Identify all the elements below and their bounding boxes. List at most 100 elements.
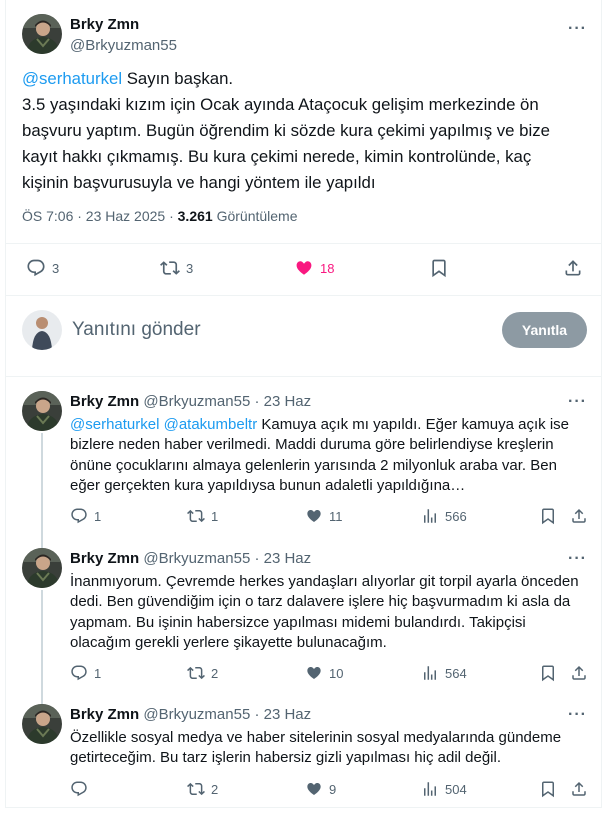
reply-icon bbox=[70, 664, 88, 682]
bookmark-icon bbox=[539, 664, 557, 682]
reply-icon bbox=[70, 780, 88, 798]
tweet-timestamp[interactable]: ÖS 7:06 · 23 Haz 2025 · bbox=[22, 208, 178, 224]
reply-action-bar: 2 9 504 bbox=[70, 780, 590, 800]
reply-body: Özellikle sosyal medya ve haber siteleri… bbox=[70, 729, 562, 767]
author-name[interactable]: Brky Zmn bbox=[70, 550, 139, 567]
reply-text: İnanmıyorum. Çevremde herkes yandaşları … bbox=[70, 572, 586, 653]
bookmark-button[interactable] bbox=[429, 258, 449, 278]
retweet-button[interactable]: 2 bbox=[187, 780, 218, 798]
reply-button[interactable]: 3 bbox=[26, 258, 59, 278]
more-options-icon[interactable]: ··· bbox=[568, 551, 587, 567]
bookmark-icon bbox=[539, 780, 557, 798]
tweet-meta: ÖS 7:06 · 23 Haz 2025 · 3.261 Görüntülem… bbox=[22, 208, 298, 224]
author-name[interactable]: Brky Zmn bbox=[70, 16, 139, 33]
reply-button[interactable]: 1 bbox=[70, 507, 101, 525]
tweet-text: @serhaturkel Sayın başkan. 3.5 yaşındaki… bbox=[22, 66, 582, 196]
retweet-count: 1 bbox=[211, 508, 219, 524]
share-button[interactable] bbox=[570, 664, 588, 682]
reply-action-bar: 1 1 11 566 bbox=[70, 507, 590, 527]
reply-input[interactable]: Yanıtını gönder bbox=[72, 319, 201, 341]
like-button[interactable]: 10 bbox=[305, 664, 343, 682]
like-count: 11 bbox=[329, 508, 343, 524]
reply-header: Brky Zmn @Brkyuzman55 · 23 Haz bbox=[70, 393, 311, 410]
avatar[interactable] bbox=[22, 548, 62, 588]
divider bbox=[6, 376, 602, 377]
author-handle[interactable]: @Brkyuzman55 bbox=[70, 37, 177, 54]
views-count: 564 bbox=[445, 665, 467, 681]
share-icon bbox=[570, 780, 588, 798]
current-user-avatar[interactable] bbox=[22, 310, 62, 350]
retweet-icon bbox=[160, 258, 180, 278]
author-handle-date[interactable]: @Brkyuzman55 · 23 Haz bbox=[143, 706, 311, 723]
bookmark-icon bbox=[539, 507, 557, 525]
main-tweet-header: Brky Zmn @Brkyuzman55 ··· bbox=[22, 14, 588, 58]
views-icon bbox=[421, 664, 439, 682]
reply-composer: Yanıtını gönder Yanıtla bbox=[22, 310, 588, 354]
more-options-icon[interactable]: ··· bbox=[568, 394, 587, 410]
retweet-button[interactable]: 1 bbox=[187, 507, 218, 525]
mention-link[interactable]: @serhaturkel bbox=[22, 69, 122, 88]
mention-link[interactable]: @serhaturkel @atakumbeltr bbox=[70, 416, 257, 433]
reply-count: 3 bbox=[52, 260, 60, 276]
like-count: 18 bbox=[320, 260, 335, 276]
retweet-button[interactable]: 3 bbox=[160, 258, 193, 278]
like-button[interactable]: 18 bbox=[294, 258, 334, 278]
more-options-icon[interactable]: ··· bbox=[568, 21, 587, 37]
author-name[interactable]: Brky Zmn bbox=[70, 393, 139, 410]
views-button[interactable]: 566 bbox=[421, 507, 467, 525]
reply-text: @serhaturkel @atakumbeltr Kamuya açık mı… bbox=[70, 415, 586, 496]
author-name[interactable]: Brky Zmn bbox=[70, 706, 139, 723]
share-button[interactable] bbox=[570, 780, 588, 798]
views-button[interactable]: 564 bbox=[421, 664, 467, 682]
views-icon bbox=[421, 507, 439, 525]
divider bbox=[6, 243, 602, 244]
heart-icon bbox=[305, 780, 323, 798]
views-count: 566 bbox=[445, 508, 467, 524]
reply-button[interactable]: 1 bbox=[70, 664, 101, 682]
reply-submit-button[interactable]: Yanıtla bbox=[502, 312, 587, 348]
views-icon bbox=[421, 780, 439, 798]
share-button[interactable] bbox=[570, 507, 588, 525]
reply-button[interactable] bbox=[70, 780, 94, 798]
heart-icon bbox=[305, 664, 323, 682]
avatar[interactable] bbox=[22, 391, 62, 431]
bookmark-icon bbox=[429, 258, 449, 278]
view-count: 3.261 bbox=[177, 208, 213, 224]
retweet-count: 2 bbox=[211, 665, 219, 681]
views-button[interactable]: 504 bbox=[421, 780, 467, 798]
heart-icon bbox=[294, 258, 314, 278]
more-options-icon[interactable]: ··· bbox=[568, 707, 587, 723]
heart-icon bbox=[305, 507, 323, 525]
reply-icon bbox=[26, 258, 46, 278]
share-icon bbox=[563, 258, 583, 278]
retweet-icon bbox=[187, 507, 205, 525]
reply-action-bar: 1 2 10 564 bbox=[70, 664, 590, 684]
thread-line bbox=[41, 590, 43, 704]
like-count: 10 bbox=[329, 665, 344, 681]
reply-count: 1 bbox=[94, 665, 102, 681]
retweet-icon bbox=[187, 780, 205, 798]
avatar[interactable] bbox=[22, 704, 62, 744]
bookmark-button[interactable] bbox=[539, 664, 557, 682]
share-button[interactable] bbox=[563, 258, 583, 278]
like-button[interactable]: 9 bbox=[305, 780, 336, 798]
share-icon bbox=[570, 664, 588, 682]
view-label: Görüntüleme bbox=[212, 208, 298, 224]
bookmark-button[interactable] bbox=[539, 780, 557, 798]
author-handle-date[interactable]: @Brkyuzman55 · 23 Haz bbox=[143, 393, 311, 410]
retweet-icon bbox=[187, 664, 205, 682]
reply-count: 1 bbox=[94, 508, 102, 524]
reply-header: Brky Zmn @Brkyuzman55 · 23 Haz bbox=[70, 550, 311, 567]
share-icon bbox=[570, 507, 588, 525]
divider bbox=[6, 295, 602, 296]
author-handle-date[interactable]: @Brkyuzman55 · 23 Haz bbox=[143, 550, 311, 567]
retweet-count: 2 bbox=[211, 781, 219, 797]
reply-icon bbox=[70, 507, 88, 525]
retweet-button[interactable]: 2 bbox=[187, 664, 218, 682]
views-count: 504 bbox=[445, 781, 467, 797]
retweet-count: 3 bbox=[186, 260, 194, 276]
avatar[interactable] bbox=[22, 14, 62, 54]
bookmark-button[interactable] bbox=[539, 507, 557, 525]
reply-body: İnanmıyorum. Çevremde herkes yandaşları … bbox=[70, 573, 579, 651]
like-button[interactable]: 11 bbox=[305, 507, 343, 525]
